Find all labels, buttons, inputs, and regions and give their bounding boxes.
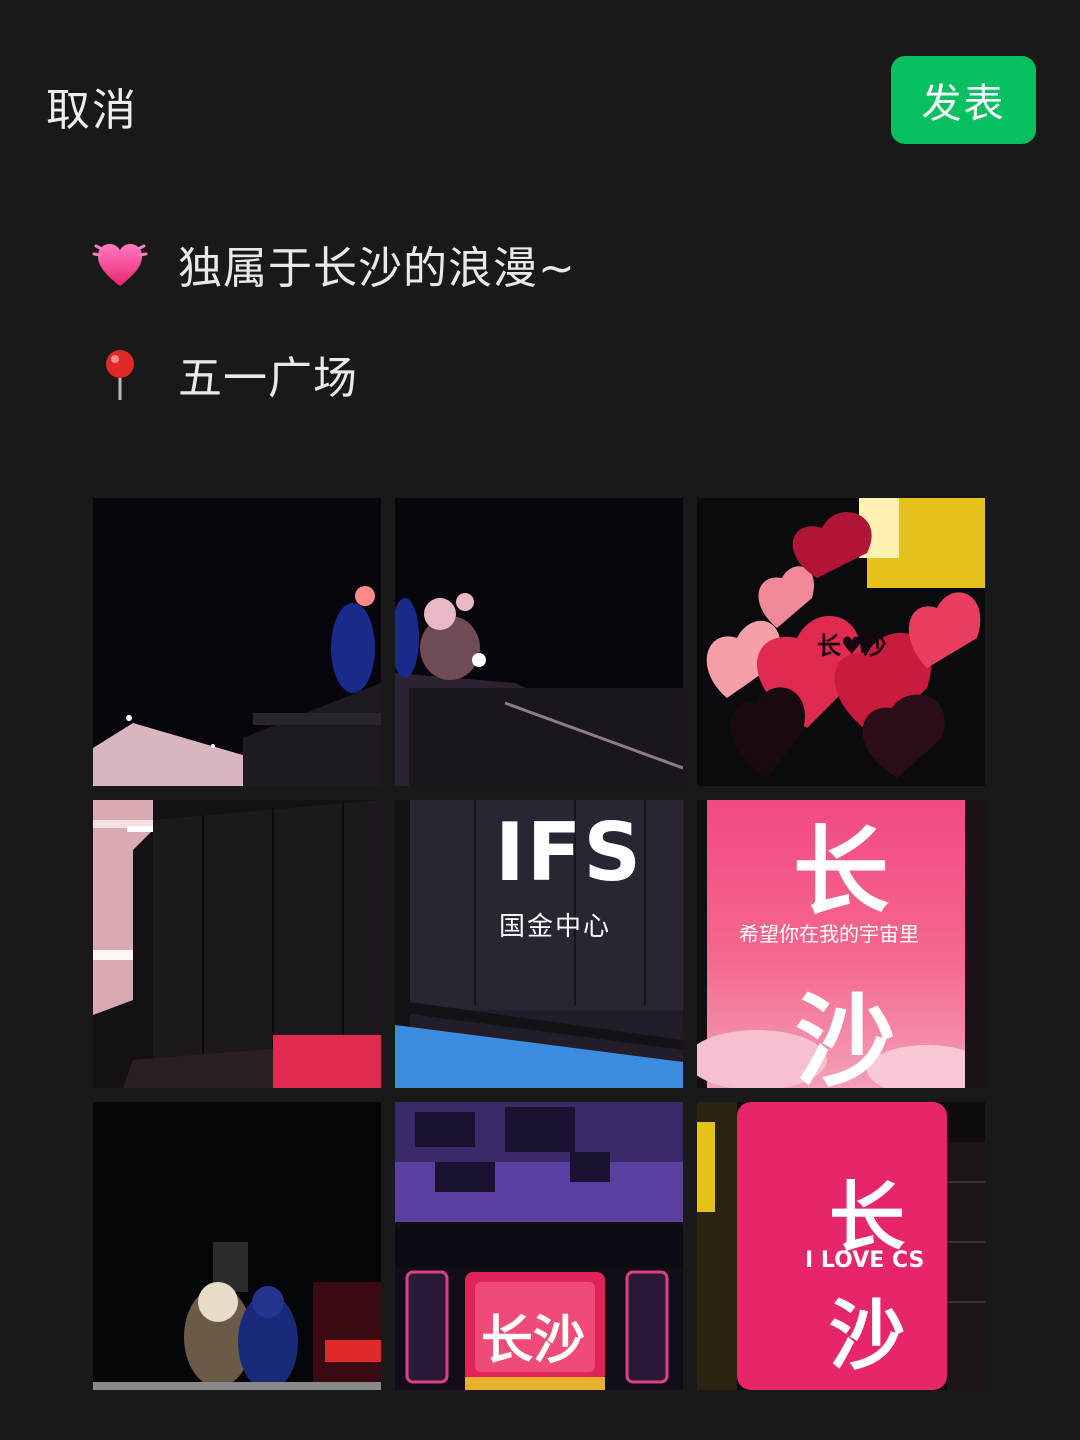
ifs-logo-text: IFS (495, 806, 644, 899)
photo-7[interactable] (93, 1102, 381, 1390)
top-bar: 取消 发表 (0, 0, 1080, 200)
photo-4[interactable] (93, 800, 381, 1088)
ifs-subtitle-text: 国金中心 (499, 912, 612, 942)
publish-button[interactable]: 发表 (891, 56, 1036, 144)
photo-2-image (395, 498, 683, 786)
photo-grid: 长♥沙 IFS 国金中心 长 希望你在我的宇宙里 沙 长沙 长 I LOVE C… (93, 498, 985, 1390)
cancel-button[interactable]: 取消 (46, 74, 138, 138)
photo-1[interactable] (93, 498, 381, 786)
caption-text: 独属于长沙的浪漫~ (178, 243, 576, 294)
photo-3[interactable]: 长♥沙 (697, 498, 985, 786)
screen-char-top: 长 (793, 816, 889, 928)
screen-line-text: 希望你在我的宇宙里 (739, 922, 919, 946)
photo-9[interactable]: 长 I LOVE CS 沙 (697, 1102, 985, 1390)
photo-6[interactable]: 长 希望你在我的宇宙里 沙 (697, 800, 985, 1088)
sparkling-heart-icon (92, 236, 148, 292)
photo-8[interactable]: 长沙 (395, 1102, 683, 1390)
caption-line[interactable]: 独属于长沙的浪漫~ (92, 232, 576, 296)
screen2-line-text: I LOVE CS (805, 1248, 925, 1273)
balloon-text: 长♥沙 (817, 632, 887, 660)
photo-2[interactable] (395, 498, 683, 786)
screen2-char-bottom: 沙 (829, 1291, 905, 1380)
location-text: 五一广场 (178, 353, 358, 404)
location-line[interactable]: 五一广场 (92, 342, 358, 406)
location-pin-icon (92, 346, 148, 402)
screen-char-bottom: 沙 (795, 983, 895, 1088)
photo-5[interactable]: IFS 国金中心 (395, 800, 683, 1088)
sign-text: 长沙 (481, 1311, 586, 1371)
photo-7-image (93, 1102, 381, 1390)
photo-1-image (93, 498, 381, 786)
photo-4-image (93, 800, 381, 1088)
